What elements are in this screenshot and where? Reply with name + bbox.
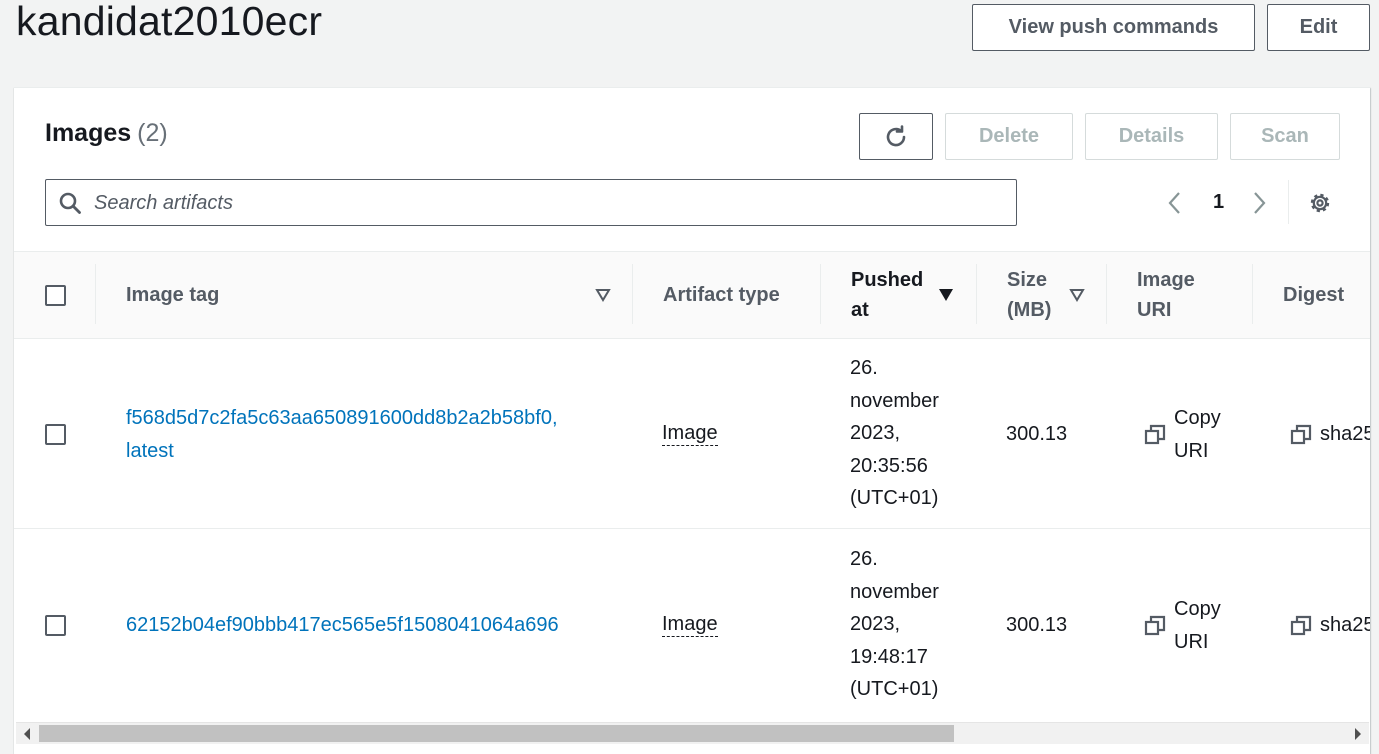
refresh-button[interactable] [859, 113, 933, 160]
page-number[interactable]: 1 [1213, 191, 1224, 214]
scan-button[interactable]: Scan [1230, 113, 1340, 160]
search-input[interactable]: Search artifacts [45, 179, 1017, 226]
column-divider [1252, 264, 1253, 324]
images-panel: Images (2) Delete Details Scan Search art… [14, 87, 1370, 754]
chevron-right-icon[interactable] [1251, 191, 1267, 215]
copy-icon[interactable] [1290, 615, 1312, 637]
column-header-image-uri[interactable]: Image URI [1137, 265, 1195, 325]
copy-icon[interactable] [1144, 424, 1166, 446]
page-title: kandidat2010ecr [16, 0, 323, 44]
images-count: (2) [137, 119, 168, 147]
image-tag-link[interactable]: 62152b04ef90bbb417ec565e5f1508041064a696 [126, 609, 559, 642]
copy-uri-button[interactable]: Copy URI [1174, 402, 1221, 467]
copy-icon[interactable] [1144, 615, 1166, 637]
row-checkbox[interactable] [45, 615, 66, 636]
edit-button[interactable]: Edit [1267, 4, 1370, 51]
column-divider [1106, 264, 1107, 324]
copy-uri-button[interactable]: Copy URI [1174, 593, 1221, 658]
refresh-icon [886, 124, 906, 146]
digest-value[interactable]: sha25 [1320, 609, 1370, 642]
artifact-type[interactable]: Image [662, 421, 718, 446]
image-size: 300.13 [1006, 614, 1068, 636]
view-push-commands-button[interactable]: View push commands [972, 4, 1255, 51]
copy-icon[interactable] [1290, 424, 1312, 446]
column-divider [632, 264, 633, 324]
images-title-text: Images [45, 119, 132, 147]
caret-down-icon[interactable] [938, 288, 954, 302]
column-header-artifact-type[interactable]: Artifact type [663, 280, 780, 310]
column-header-image-tag[interactable]: Image tag [126, 280, 219, 310]
column-header-digest[interactable]: Digest [1283, 280, 1344, 310]
scroll-left-arrow-icon[interactable] [24, 728, 30, 740]
column-header-size[interactable]: Size (MB) [1007, 265, 1051, 325]
chevron-left-icon[interactable] [1167, 191, 1183, 215]
column-divider [976, 264, 977, 324]
image-tag-link[interactable]: f568d5d7c2fa5c63aa650891600dd8b2a2b58bf0… [126, 402, 558, 467]
search-placeholder: Search artifacts [94, 192, 233, 214]
image-size: 300.13 [1006, 423, 1068, 445]
details-button[interactable]: Details [1085, 113, 1218, 160]
delete-button[interactable]: Delete [945, 113, 1073, 160]
pagination-divider [1288, 180, 1289, 224]
artifact-type[interactable]: Image [662, 612, 718, 637]
column-header-pushed-at[interactable]: Pushed at [851, 265, 923, 325]
row-checkbox[interactable] [45, 424, 66, 445]
horizontal-scrollbar[interactable] [16, 722, 1369, 744]
select-all-checkbox[interactable] [45, 285, 66, 306]
column-divider [95, 264, 96, 324]
gear-icon[interactable] [1307, 190, 1333, 216]
search-icon [59, 192, 81, 214]
scrollbar-thumb[interactable] [39, 725, 954, 742]
row-divider [14, 528, 1370, 529]
digest-value[interactable]: sha25 [1320, 418, 1370, 451]
pushed-at: 26. november 2023, 20:35:56 (UTC+01) [850, 357, 939, 509]
images-panel-title: Images (2) [45, 119, 168, 148]
pushed-at: 26. november 2023, 19:48:17 (UTC+01) [850, 548, 939, 700]
column-divider [820, 264, 821, 324]
caret-down-icon[interactable] [1069, 288, 1085, 302]
caret-down-icon[interactable] [595, 288, 611, 302]
scroll-right-arrow-icon[interactable] [1355, 728, 1361, 740]
